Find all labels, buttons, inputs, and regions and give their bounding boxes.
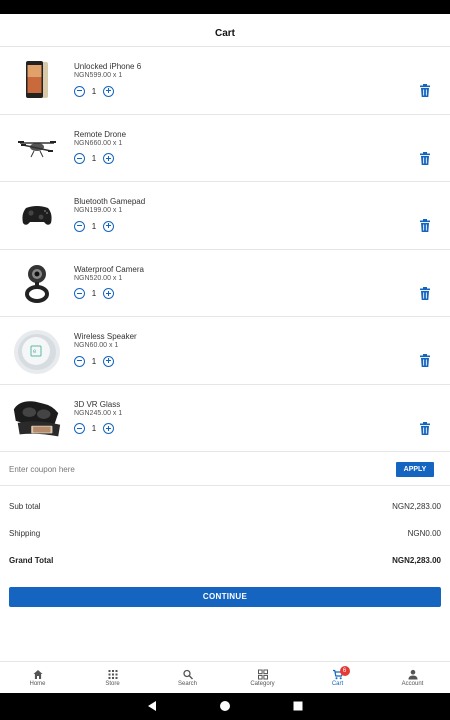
item-name: Wireless Speaker xyxy=(74,332,137,341)
grand-total-label: Grand Total xyxy=(9,556,54,565)
qty-value: 1 xyxy=(91,424,97,433)
increase-qty-button[interactable] xyxy=(103,220,114,232)
subtotal-value: NGN2,283.00 xyxy=(392,502,441,511)
item-price: NGN245.00 x 1 xyxy=(74,409,123,417)
quantity-stepper: 1 xyxy=(74,355,114,367)
android-nav-bar xyxy=(0,693,450,720)
increase-qty-button[interactable] xyxy=(103,423,114,434)
decrease-qty-button[interactable] xyxy=(74,423,85,434)
quantity-stepper: 1 xyxy=(74,423,114,435)
subtotal-label: Sub total xyxy=(9,502,41,511)
nav-label: Account xyxy=(401,681,424,687)
cart-item: Unlocked iPhone 6 NGN599.00 x 1 1 xyxy=(0,47,450,115)
nav-item-store[interactable]: Store xyxy=(75,662,150,693)
quantity-stepper: 1 xyxy=(74,153,114,165)
cart-item: 3D VR Glass NGN245.00 x 1 1 xyxy=(0,385,450,452)
continue-button[interactable]: CONTINUE xyxy=(9,587,441,607)
item-price: NGN599.00 x 1 xyxy=(74,72,123,79)
nav-item-home[interactable]: Home xyxy=(0,662,75,693)
speaker-image: e xyxy=(10,323,64,377)
grand-total-value: NGN2,283.00 xyxy=(392,556,441,565)
nav-item-account[interactable]: Account xyxy=(375,662,450,693)
webcam-image xyxy=(10,256,64,310)
recents-icon[interactable] xyxy=(292,700,304,712)
cart-item: Waterproof Camera NGN520.00 x 1 1 xyxy=(0,250,450,317)
coupon-section: APPLY xyxy=(0,452,450,486)
nav-label: Search xyxy=(177,681,197,687)
shipping-label: Shipping xyxy=(9,529,41,538)
increase-qty-button[interactable] xyxy=(103,355,114,367)
quantity-stepper: 1 xyxy=(74,85,114,97)
decrease-qty-button[interactable] xyxy=(74,153,85,164)
item-name: Remote Drone xyxy=(74,129,127,139)
item-price: NGN60.00 x 1 xyxy=(74,342,119,349)
decrease-qty-button[interactable] xyxy=(74,220,85,232)
back-icon[interactable] xyxy=(146,700,158,712)
store-grid-icon xyxy=(108,670,117,679)
nav-item-search[interactable]: Search xyxy=(150,662,225,693)
cart-item: Bluetooth Gamepad NGN199.00 x 1 1 xyxy=(0,182,450,250)
nav-item-cart[interactable]: 6 Cart xyxy=(300,662,375,693)
increase-qty-button[interactable] xyxy=(103,153,114,164)
apply-coupon-button[interactable]: APPLY xyxy=(396,462,434,477)
search-icon xyxy=(182,669,193,680)
qty-value: 1 xyxy=(91,86,97,96)
coupon-input[interactable] xyxy=(9,462,379,476)
status-bar xyxy=(0,0,450,14)
decrease-qty-button[interactable] xyxy=(74,85,85,97)
trash-icon[interactable] xyxy=(419,84,431,97)
item-price: NGN199.00 x 1 xyxy=(74,207,123,214)
nav-label: Store xyxy=(105,681,120,687)
decrease-qty-button[interactable] xyxy=(74,355,85,367)
nav-item-category[interactable]: Category xyxy=(225,662,300,693)
increase-qty-button[interactable] xyxy=(103,85,114,97)
account-icon xyxy=(408,669,417,680)
qty-value: 1 xyxy=(91,221,97,231)
quantity-stepper: 1 xyxy=(74,288,114,300)
cart-list: Unlocked iPhone 6 NGN599.00 x 1 1 Remote… xyxy=(0,47,450,452)
cart-item: e Wireless Speaker NGN60.00 x 1 1 xyxy=(0,317,450,385)
vr-glass-image xyxy=(10,391,64,445)
item-name: Waterproof Camera xyxy=(74,264,144,274)
shipping-row: Shipping NGN0.00 xyxy=(9,529,441,538)
trash-icon[interactable] xyxy=(419,354,431,367)
trash-icon[interactable] xyxy=(419,286,431,300)
cart-count-badge: 6 xyxy=(339,666,350,676)
item-name: 3D VR Glass xyxy=(74,399,121,409)
app-header: Cart xyxy=(0,14,450,47)
qty-value: 1 xyxy=(91,154,97,163)
drone-image xyxy=(10,121,64,175)
iphone-image xyxy=(10,53,64,107)
home-circle-icon[interactable] xyxy=(219,700,231,712)
nav-label: Home xyxy=(29,681,46,687)
category-icon xyxy=(257,669,268,680)
trash-icon[interactable] xyxy=(419,219,431,232)
subtotal-row: Sub total NGN2,283.00 xyxy=(9,502,441,511)
item-name: Bluetooth Gamepad xyxy=(74,197,146,206)
decrease-qty-button[interactable] xyxy=(74,288,85,299)
home-icon xyxy=(33,670,42,679)
trash-icon[interactable] xyxy=(419,151,431,165)
grand-total-row: Grand Total NGN2,283.00 xyxy=(9,556,441,565)
nav-label: Cart xyxy=(331,681,344,687)
item-name: Unlocked iPhone 6 xyxy=(74,62,142,71)
shipping-value: NGN0.00 xyxy=(407,529,441,538)
increase-qty-button[interactable] xyxy=(103,288,114,299)
bottom-nav: Home Store Search Category 6 Cart Accoun… xyxy=(0,661,450,693)
cart-item: Remote Drone NGN660.00 x 1 1 xyxy=(0,115,450,182)
nav-label: Category xyxy=(250,681,275,687)
item-price: NGN520.00 x 1 xyxy=(74,274,123,282)
qty-value: 1 xyxy=(91,289,97,298)
trash-icon[interactable] xyxy=(419,421,431,435)
gamepad-image xyxy=(10,188,64,242)
item-price: NGN660.00 x 1 xyxy=(74,139,123,147)
quantity-stepper: 1 xyxy=(74,220,114,232)
qty-value: 1 xyxy=(91,356,97,366)
